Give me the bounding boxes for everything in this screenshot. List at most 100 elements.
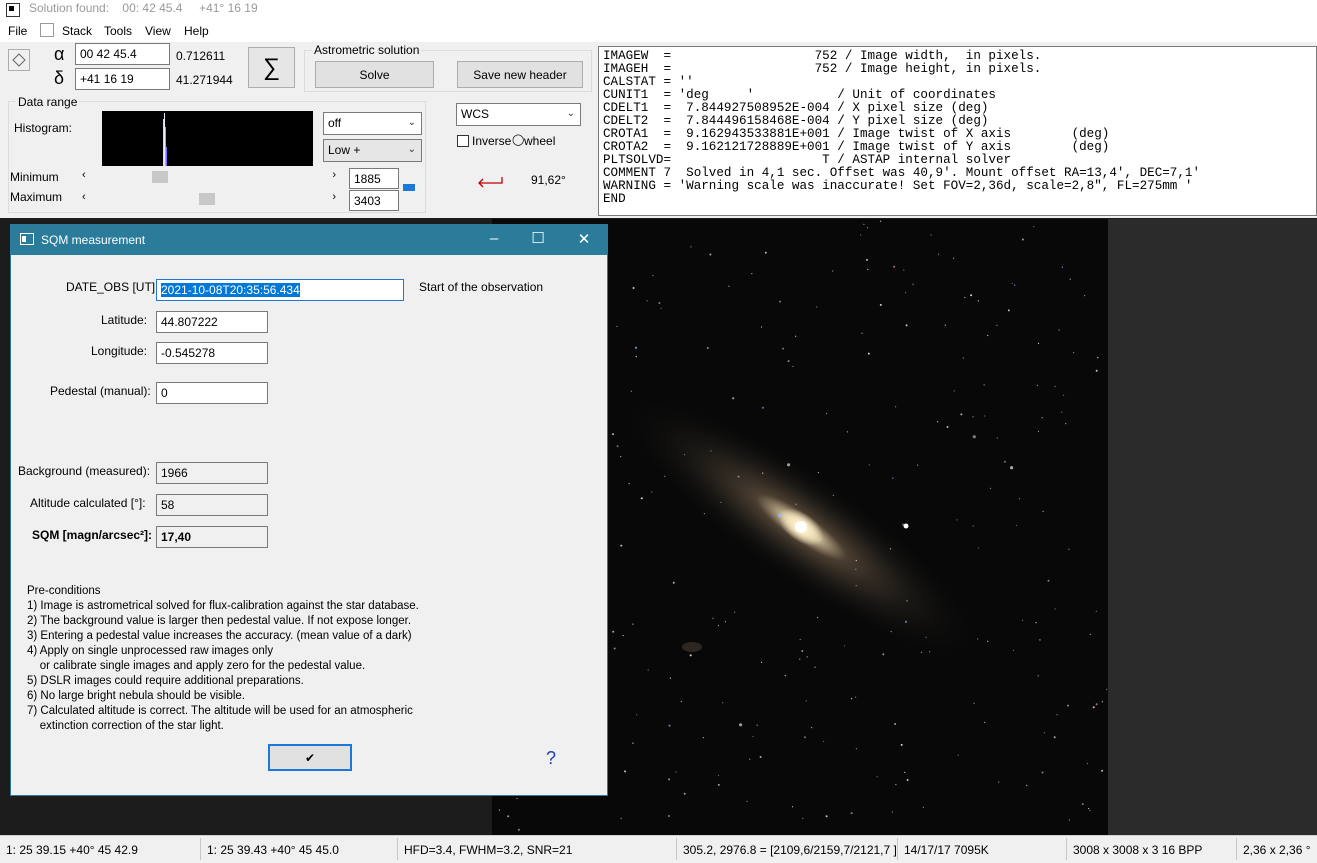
inverse-wheel-checkbox[interactable] (457, 135, 469, 147)
star (930, 234, 932, 236)
star (855, 748, 857, 750)
close-icon[interactable]: ✕ (574, 230, 594, 248)
star (906, 779, 909, 781)
star (1054, 385, 1056, 388)
header-line: END (603, 192, 626, 206)
star (1026, 784, 1028, 787)
star (964, 296, 966, 299)
wcs-select[interactable]: WCS ⌄ (456, 103, 581, 126)
dec-input[interactable]: +41 16 19 (75, 68, 170, 90)
arrow-left-icon: ‹ (82, 191, 86, 203)
star (680, 700, 682, 703)
star (1047, 579, 1050, 582)
minimize-icon[interactable]: – (484, 230, 504, 247)
star (998, 781, 1000, 783)
star (1037, 342, 1040, 344)
stack-sum-button[interactable]: ∑ (248, 47, 295, 88)
range-select-value: Low + (328, 143, 361, 157)
latitude-input[interactable]: 44.807222 (156, 311, 268, 333)
ra-input[interactable]: 00 42 45.4 (75, 43, 170, 65)
star (1011, 282, 1013, 285)
minimum-input[interactable]: 1885 (349, 168, 399, 189)
star (850, 812, 853, 815)
stretch-select[interactable]: off ⌄ (323, 112, 422, 135)
status-star-position: 1: 25 39.43 +40° 45 45.0 (207, 843, 339, 857)
menu-view[interactable]: View (145, 24, 171, 38)
star (882, 653, 885, 656)
rotation-angle: 91,62° (531, 173, 566, 187)
star (894, 723, 897, 725)
star (760, 326, 763, 328)
range-select[interactable]: Low + ⌄ (323, 139, 422, 162)
star (1058, 329, 1060, 331)
star (1035, 622, 1037, 624)
slider-thumb[interactable] (152, 171, 168, 183)
star (972, 435, 976, 439)
maximize-icon[interactable]: ☐ (528, 229, 548, 247)
star (895, 784, 897, 786)
status-image-size: 3008 x 3008 x 3 16 BPP (1073, 843, 1203, 857)
help-icon[interactable]: ? (546, 748, 556, 769)
star (613, 647, 616, 650)
star (703, 513, 705, 515)
save-new-header-button[interactable]: Save new header (457, 61, 583, 88)
star (792, 365, 794, 368)
maximum-input[interactable]: 3403 (349, 190, 399, 211)
longitude-input[interactable]: -0.545278 (156, 342, 268, 364)
header-line: WARNING = 'Warning scale was inaccurate!… (603, 179, 1193, 193)
star (1061, 266, 1063, 268)
star (616, 325, 618, 328)
background-output: 1966 (156, 462, 268, 484)
minimum-slider[interactable]: ‹ › (78, 169, 340, 185)
maximum-slider[interactable]: ‹ › (78, 191, 340, 207)
solve-button[interactable]: Solve (315, 61, 434, 88)
star (977, 547, 979, 549)
star (929, 651, 931, 653)
star (787, 463, 791, 467)
star (778, 513, 782, 517)
star (801, 650, 804, 652)
slider-thumb[interactable] (403, 184, 415, 191)
star (1106, 688, 1108, 690)
status-fov: 2,36 x 2,36 ° (1243, 843, 1311, 857)
slider-thumb[interactable] (199, 193, 215, 205)
menu-file[interactable]: File (8, 24, 27, 38)
menu-stack[interactable]: Stack (62, 24, 92, 38)
star (832, 494, 834, 496)
star (669, 677, 671, 679)
star (1101, 701, 1103, 703)
chevron-down-icon: ⌄ (566, 108, 575, 119)
star (972, 525, 974, 527)
window-icon (20, 233, 34, 245)
star (866, 258, 868, 261)
star (690, 246, 692, 248)
dec-decimal: 41.271944 (176, 73, 233, 87)
star (1081, 803, 1084, 806)
star (799, 638, 801, 641)
star (1003, 460, 1006, 463)
star (630, 390, 632, 392)
fits-header-memo[interactable]: IMAGEW = 752 / Image width, in pixels. IM… (598, 46, 1317, 216)
status-cursor-position: 1: 25 39.15 +40° 45 42.9 (6, 843, 138, 857)
rotation-arrow-icon (478, 177, 503, 188)
star (1069, 278, 1071, 280)
checkmark-icon: ✔ (304, 750, 316, 765)
pedestal-input[interactable]: 0 (156, 382, 268, 404)
menu-help[interactable]: Help (184, 24, 209, 38)
star (620, 456, 622, 458)
star (960, 413, 963, 416)
saturation-slider[interactable] (403, 170, 417, 210)
date-obs-input[interactable]: 2021-10-08T20:35:56.434 (156, 279, 404, 301)
star (759, 756, 762, 758)
star (787, 360, 790, 363)
date-obs-label: DATE_OBS [UT]: (66, 280, 159, 294)
dialog-title-bar: SQM measurement – ☐ ✕ (11, 225, 607, 255)
star (937, 253, 940, 255)
menu-tools[interactable]: Tools (104, 24, 132, 38)
star (996, 324, 998, 326)
maximum-label: Maximum (10, 190, 63, 204)
star (1018, 498, 1021, 500)
star (782, 347, 785, 350)
flip-button[interactable] (8, 49, 30, 71)
ok-button[interactable]: ✔ (268, 744, 352, 771)
